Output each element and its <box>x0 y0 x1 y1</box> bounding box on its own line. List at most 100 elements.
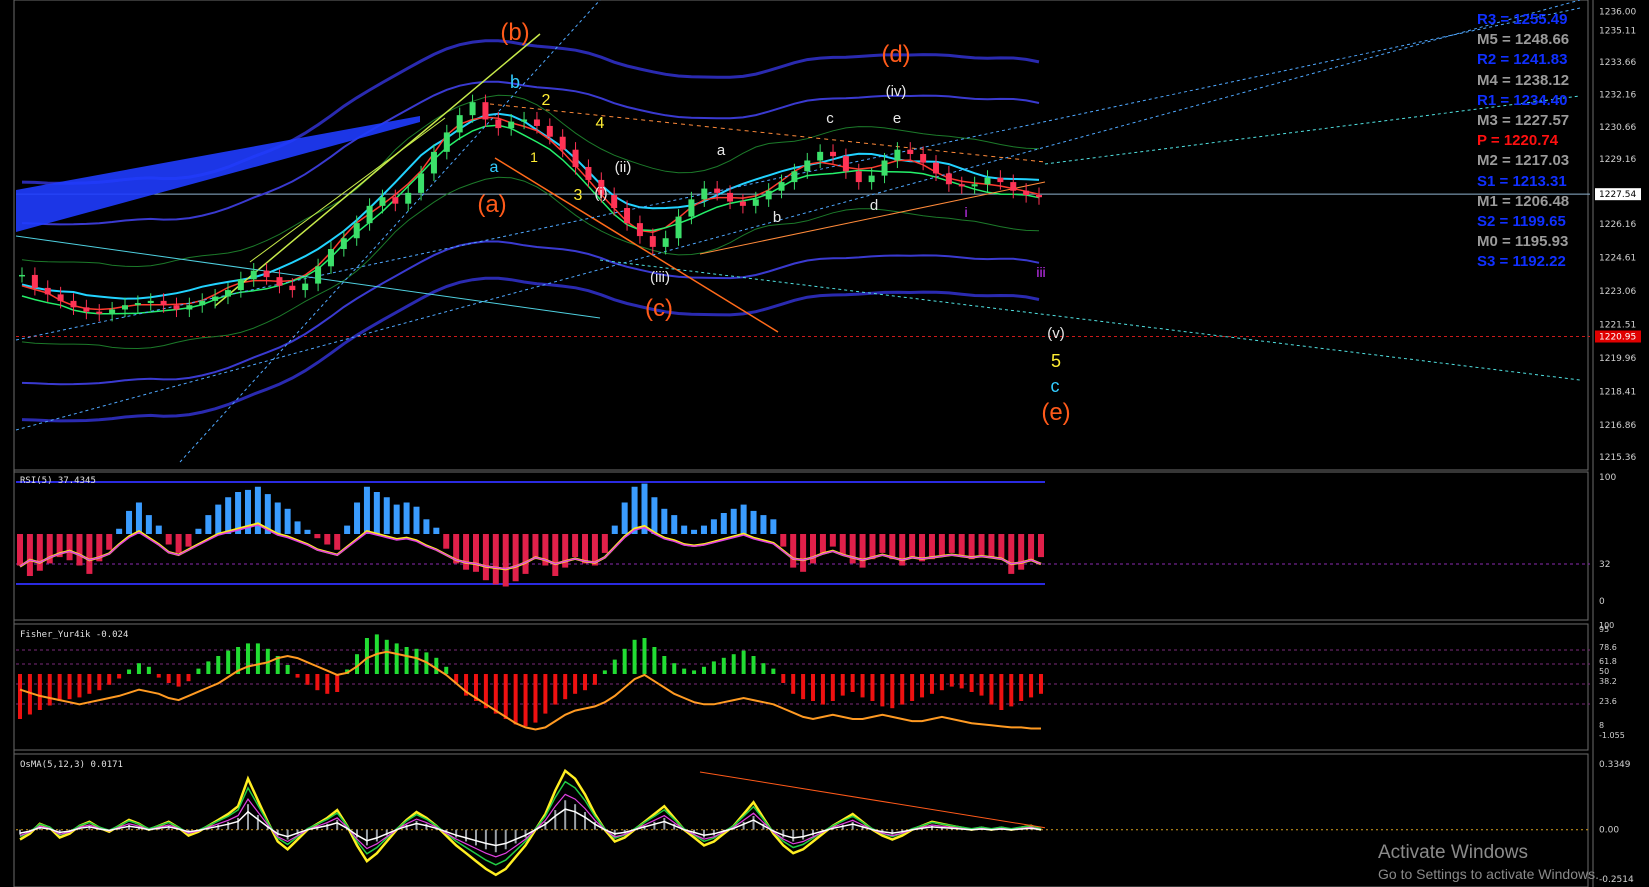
candle-body <box>662 238 669 247</box>
rsi-histogram-bar <box>661 508 668 534</box>
rsi-histogram-bar <box>274 502 281 534</box>
candle-body <box>533 119 540 126</box>
rsi-histogram-bar <box>522 534 529 574</box>
pivot-level-m2: M2 = 1217.03 <box>1477 152 1570 170</box>
fisher-tick-label: 50 <box>1599 667 1609 676</box>
rsi-histogram-bar <box>730 508 737 534</box>
fisher-histogram-bar <box>503 674 508 719</box>
candle-body <box>44 287 51 295</box>
candle-body <box>842 156 849 172</box>
fisher-tick-label: 38.2 <box>1599 677 1617 686</box>
candle-body <box>636 223 643 237</box>
price-tick-label: 1235.11 <box>1599 27 1636 37</box>
rsi-histogram-bar <box>1038 534 1044 558</box>
fisher-histogram-bar <box>801 674 806 700</box>
rsi-histogram-bar <box>958 534 965 555</box>
watermark-title: Activate Windows <box>1378 842 1528 863</box>
candle-body <box>70 300 77 308</box>
rsi-histogram-bar <box>740 504 747 534</box>
wave-label-wave-major: (b) <box>500 19 529 46</box>
fisher-histogram-bar <box>890 674 895 709</box>
rsi-histogram-bar <box>324 534 331 545</box>
fisher-histogram-bar <box>989 674 994 705</box>
candle-body <box>302 283 309 291</box>
wave-label-wave-sub: (v) <box>1047 325 1065 342</box>
fisher-histogram-bar <box>245 643 250 674</box>
fisher-tick-label: -1.055 <box>1599 731 1625 740</box>
candle-body <box>778 182 785 191</box>
wave-label-wave-major: (a) <box>477 191 506 218</box>
wave-label-wave-minor: c <box>1051 376 1060 396</box>
pivot-level-r3: R3 = 1255.49 <box>1477 11 1568 28</box>
osma-line <box>19 768 1042 877</box>
fisher-histogram-bar <box>127 669 132 674</box>
fisher-histogram-bar <box>166 674 171 683</box>
rsi-histogram-bar <box>601 534 608 553</box>
candle-body <box>212 296 219 301</box>
candle-body <box>881 160 888 176</box>
ma-red <box>21 116 1040 311</box>
rsi-histogram-bar <box>413 506 420 534</box>
candle-body <box>379 197 386 206</box>
fisher-histogram-bar <box>543 674 548 714</box>
candle-body <box>353 223 360 239</box>
chart-area[interactable]: 100320 1009578.661.85038.223.68-1.055 0.… <box>0 0 1649 887</box>
lower-support <box>699 181 1046 255</box>
rsi-histogram-bar <box>423 519 430 534</box>
rsi-series: 100 32 0 <box>16 473 1616 607</box>
fisher-tick-label: 61.8 <box>1599 657 1617 666</box>
lower-band-outer <box>21 276 1040 423</box>
fisher-series: 1009578.661.85038.223.68-1.055 <box>16 621 1625 740</box>
fisher-histogram-bar <box>47 674 52 706</box>
candle-body <box>83 307 90 312</box>
fisher-pane <box>13 623 1589 751</box>
rsi-histogram-bar <box>998 534 1005 560</box>
candle-body <box>559 136 566 150</box>
pivot-levels: R3 = 1255.49 M5 = 1248.66 R2 = 1241.83 M4 =… <box>1477 10 1569 273</box>
fisher-histogram-bar <box>1009 674 1014 707</box>
pivot-level-p: P = 1220.74 <box>1477 132 1559 150</box>
candle-body <box>817 151 824 161</box>
fisher-histogram-bar <box>949 674 954 687</box>
fisher-histogram-bar <box>295 674 300 678</box>
fisher-histogram-bar <box>404 647 409 674</box>
price-tick-label: 1218.41 <box>1599 387 1636 397</box>
candle-body <box>173 305 180 310</box>
osma-pane <box>13 753 1589 887</box>
rsi-histogram-bar <box>86 534 93 574</box>
rsi-histogram-bar <box>145 515 152 534</box>
candle-body <box>392 197 399 204</box>
rsi-histogram-bar <box>839 534 846 555</box>
price-tick-label: 1215.36 <box>1599 453 1636 463</box>
candle-body <box>96 311 103 314</box>
fisher-histogram-bar <box>523 674 528 727</box>
candle-body <box>765 190 772 200</box>
rsi-histogram-bar <box>631 486 638 534</box>
rsi-histogram-bar <box>938 534 945 555</box>
fisher-histogram-bar <box>751 656 756 674</box>
fisher-tick-label: 8 <box>1599 721 1604 730</box>
rsi-histogram-bar <box>304 529 311 534</box>
fisher-histogram-bar <box>652 647 657 674</box>
pivot-level-r1: R1 = 1234.40 <box>1477 91 1568 109</box>
price-tick-label: 1219.96 <box>1599 354 1636 364</box>
candle-body <box>315 266 322 284</box>
fisher-histogram-bar <box>622 648 627 674</box>
wave-label-wave-minor: a <box>490 159 499 176</box>
fisher-histogram-bar <box>781 674 786 683</box>
fisher-histogram-bar <box>513 674 518 725</box>
fisher-histogram-bar <box>97 674 102 691</box>
wave-label-wave-major: (e) <box>1041 399 1070 426</box>
fisher-histogram-bar <box>771 668 776 674</box>
fisher-histogram-bar <box>553 674 558 705</box>
fisher-histogram-bar <box>820 674 825 705</box>
cyan-down-line <box>15 235 601 319</box>
osma-tick-label: 0.3349 <box>1599 760 1631 770</box>
rsi-histogram-bar <box>225 497 232 534</box>
price-tick-label: 1223.06 <box>1599 287 1636 297</box>
rsi-histogram-bar <box>552 534 559 576</box>
wave-label-wave-major: (d) <box>881 41 910 68</box>
candle-body <box>649 236 656 247</box>
fisher-histogram-bar <box>721 657 726 674</box>
osma-divergence-line <box>699 771 1046 829</box>
